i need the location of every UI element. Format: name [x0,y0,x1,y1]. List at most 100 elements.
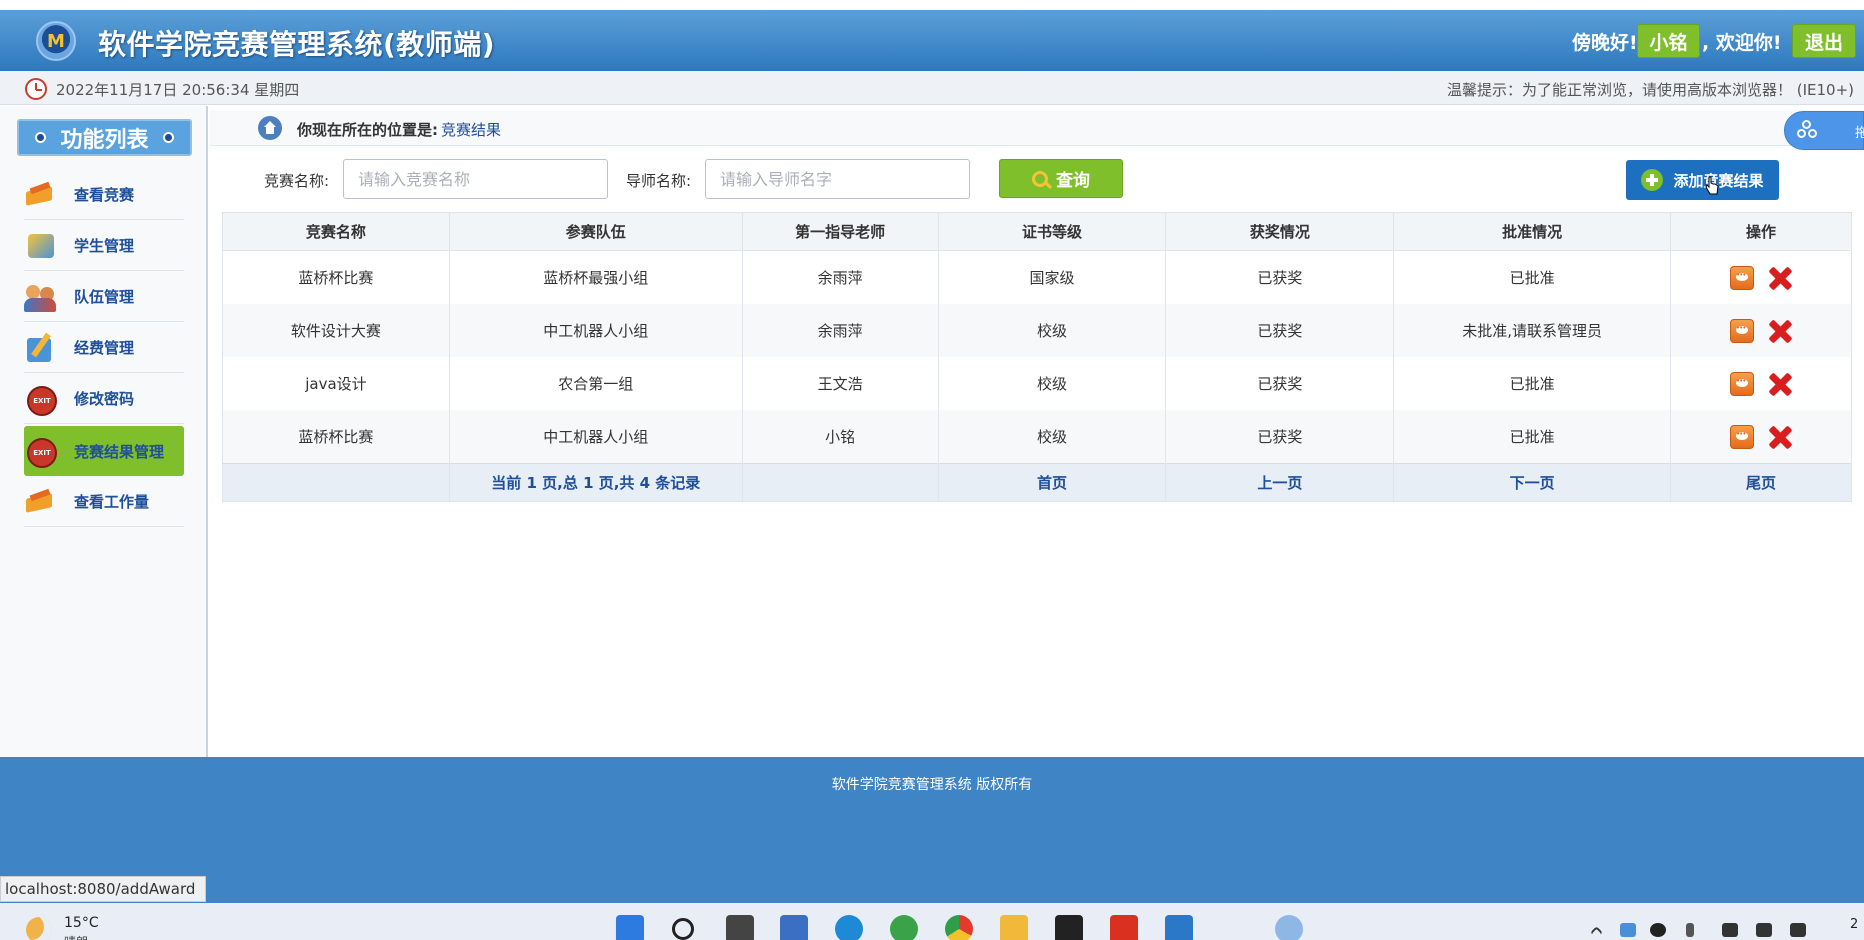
baidu-floating-tab[interactable]: 拖 [1784,111,1864,150]
moon-weather-icon[interactable] [26,917,52,940]
dot-icon [162,132,174,143]
edit-message-icon[interactable] [1730,265,1755,290]
browser-tip: 温馨提示：为了能正常浏览，请使用高版本浏览器！ (IE10+) [1446,81,1854,99]
task-view-icon[interactable] [726,915,754,940]
taskbar-clock[interactable]: 2 [1850,917,1858,932]
sidebar-item-label: 队伍管理 [74,288,135,306]
edge-browser-icon[interactable] [835,915,863,940]
sidebar-item-teams[interactable]: 队伍管理 [24,272,184,322]
os-taskbar: 15°C 晴朗 2 [0,903,1864,940]
column-header: 证书等级 [938,212,1167,251]
breadcrumb-current[interactable]: 竞赛结果 [441,119,501,140]
exit-icon [24,383,60,416]
actions-cell [1670,410,1852,464]
table-cell: 未批准,请联系管理员 [1393,304,1672,357]
pagination-next-link[interactable]: 下一页 [1393,463,1672,502]
sidebar: 功能列表 查看竞赛 学生管理 队伍管理 经费管理 修改密码 竞赛结果管理 查看工… [0,106,208,758]
competition-name-input[interactable] [343,159,608,199]
table-row: 蓝桥杯比赛 中工机器人小组 小铭 校级 已获奖 已批准 [222,410,1852,464]
microphone-icon[interactable] [1686,923,1694,937]
mentor-name-input[interactable] [705,159,970,199]
pagination-first-link[interactable]: 首页 [938,463,1167,502]
pagination-row: 当前 1 页,总 1 页,共 4 条记录 首页 上一页 下一页 尾页 [222,463,1852,502]
pagination-prev-link[interactable]: 上一页 [1165,463,1395,502]
table-cell: 余雨萍 [742,304,939,357]
app-title: 软件学院竞赛管理系统(教师端) [98,28,496,61]
intellij-icon[interactable] [1055,915,1083,940]
sidebar-item-students[interactable]: 学生管理 [24,221,184,271]
ie-browser-icon[interactable] [890,915,918,940]
tray-cloud-icon[interactable] [1620,923,1636,937]
chevron-up-icon[interactable] [1590,926,1603,939]
add-result-button[interactable]: 添加竞赛结果 [1626,160,1779,200]
sidebar-item-label: 经费管理 [74,339,135,357]
wifi-icon[interactable] [1722,923,1738,937]
sidebar-item-label: 查看工作量 [74,493,150,511]
sidebar-item-fees[interactable]: 经费管理 [24,323,184,373]
column-header: 参赛队伍 [449,212,743,251]
table-cell: 已批准 [1393,250,1672,304]
wps-icon[interactable] [1110,915,1138,940]
sidebar-item-competition-results[interactable]: 竞赛结果管理 [24,426,184,476]
chrome-browser-icon[interactable] [945,915,973,940]
query-button-label: 查询 [1056,171,1090,191]
table-cell: 小铭 [742,410,939,464]
dot-icon [35,132,47,143]
table-cell: 已获奖 [1165,357,1395,410]
clock-icon [25,78,47,100]
logout-button[interactable]: 退出 [1792,24,1856,58]
app-header: M 软件学院竞赛管理系统(教师端) 傍晚好! 小铭 , 欢迎你! 退出 [0,10,1864,71]
delete-icon[interactable] [1768,319,1792,343]
competition-name-label: 竞赛名称: [264,172,330,190]
sidebar-title-label: 功能列表 [60,127,149,153]
table-cell: 已批准 [1393,357,1672,410]
column-header: 竞赛名称 [222,212,450,251]
table-cell: 蓝桥杯最强小组 [449,250,743,304]
results-table: 竞赛名称 参赛队伍 第一指导老师 证书等级 获奖情况 批准情况 操作 蓝桥杯比赛… [222,212,1852,502]
delete-icon[interactable] [1768,266,1792,290]
qq-icon[interactable] [1650,923,1666,937]
delete-icon[interactable] [1768,372,1792,396]
table-cell: 蓝桥杯比赛 [222,250,450,304]
edit-message-icon[interactable] [1730,318,1755,343]
edit-message-icon[interactable] [1730,424,1755,449]
photos-icon[interactable] [1165,915,1193,940]
table-cell: 王文浩 [742,357,939,410]
temperature[interactable]: 15°C [64,915,99,931]
baidu-netdisk-icon[interactable] [1275,915,1303,940]
user-name-button[interactable]: 小铭 [1637,24,1700,58]
breadcrumb-prefix: 你现在所在的位置是: [297,121,438,139]
sidebar-item-label: 学生管理 [74,237,135,255]
exit-icon [24,435,60,468]
edit-message-icon[interactable] [1730,371,1755,396]
column-header: 获奖情况 [1165,212,1395,251]
page-footer: 软件学院竞赛管理系统 版权所有 [0,757,1864,903]
status-url: localhost:8080/addAward [0,876,207,902]
app-logo-icon: M [36,21,76,61]
file-app-icon[interactable] [780,915,808,940]
table-header-row: 竞赛名称 参赛队伍 第一指导老师 证书等级 获奖情况 批准情况 操作 [222,212,1852,251]
query-button[interactable]: 查询 [999,159,1123,198]
team-icon [24,281,60,313]
hand-cursor-icon [1705,176,1719,195]
baidu-tab-label: 拖 [1855,126,1864,141]
delete-icon[interactable] [1768,425,1792,449]
pagination-blank [222,463,450,502]
pagination-summary: 当前 1 页,总 1 页,共 4 条记录 [449,463,743,502]
table-cell: 中工机器人小组 [449,304,743,357]
sidebar-item-workload[interactable]: 查看工作量 [24,477,184,527]
table-cell: 蓝桥杯比赛 [222,410,450,464]
battery-icon[interactable] [1790,923,1806,937]
windows-start-icon[interactable] [616,915,644,940]
volume-icon[interactable] [1756,923,1772,937]
home-icon[interactable] [258,116,282,140]
book-icon [24,486,60,518]
actions-cell [1670,304,1852,357]
pagination-last-link[interactable]: 尾页 [1670,463,1852,502]
folder-icon[interactable] [1000,915,1028,940]
sidebar-item-change-password[interactable]: 修改密码 [24,374,184,424]
sidebar-item-view-competitions[interactable]: 查看竞赛 [24,170,184,220]
current-datetime: 2022年11月17日 20:56:34 星期四 [56,81,300,99]
table-cell: 已获奖 [1165,410,1395,464]
search-icon[interactable] [672,918,694,940]
